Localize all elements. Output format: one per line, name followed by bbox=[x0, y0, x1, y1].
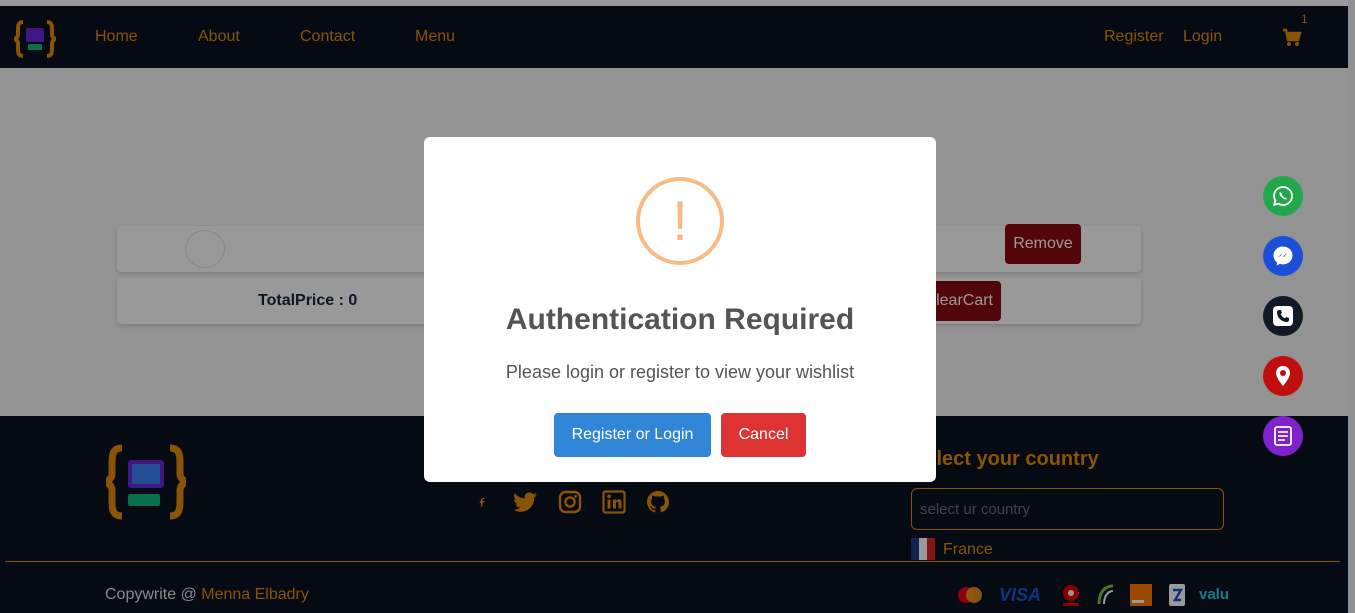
messenger-button[interactable] bbox=[1263, 236, 1303, 276]
location-icon bbox=[1276, 366, 1290, 386]
whatsapp-button[interactable] bbox=[1263, 176, 1303, 216]
auth-required-dialog: ! Authentication Required Please login o… bbox=[424, 137, 936, 482]
phone-button[interactable] bbox=[1263, 296, 1303, 336]
cancel-button[interactable]: Cancel bbox=[721, 413, 806, 457]
dialog-message: Please login or register to view your wi… bbox=[505, 362, 855, 382]
notes-button[interactable] bbox=[1263, 416, 1303, 456]
notes-icon bbox=[1274, 426, 1292, 446]
dialog-title: Authentication Required bbox=[505, 303, 855, 336]
location-button[interactable] bbox=[1263, 356, 1303, 396]
warning-icon: ! bbox=[636, 177, 724, 265]
phone-icon bbox=[1273, 306, 1293, 326]
messenger-icon bbox=[1273, 246, 1293, 266]
register-or-login-button[interactable]: Register or Login bbox=[554, 413, 711, 457]
whatsapp-icon bbox=[1272, 186, 1293, 207]
